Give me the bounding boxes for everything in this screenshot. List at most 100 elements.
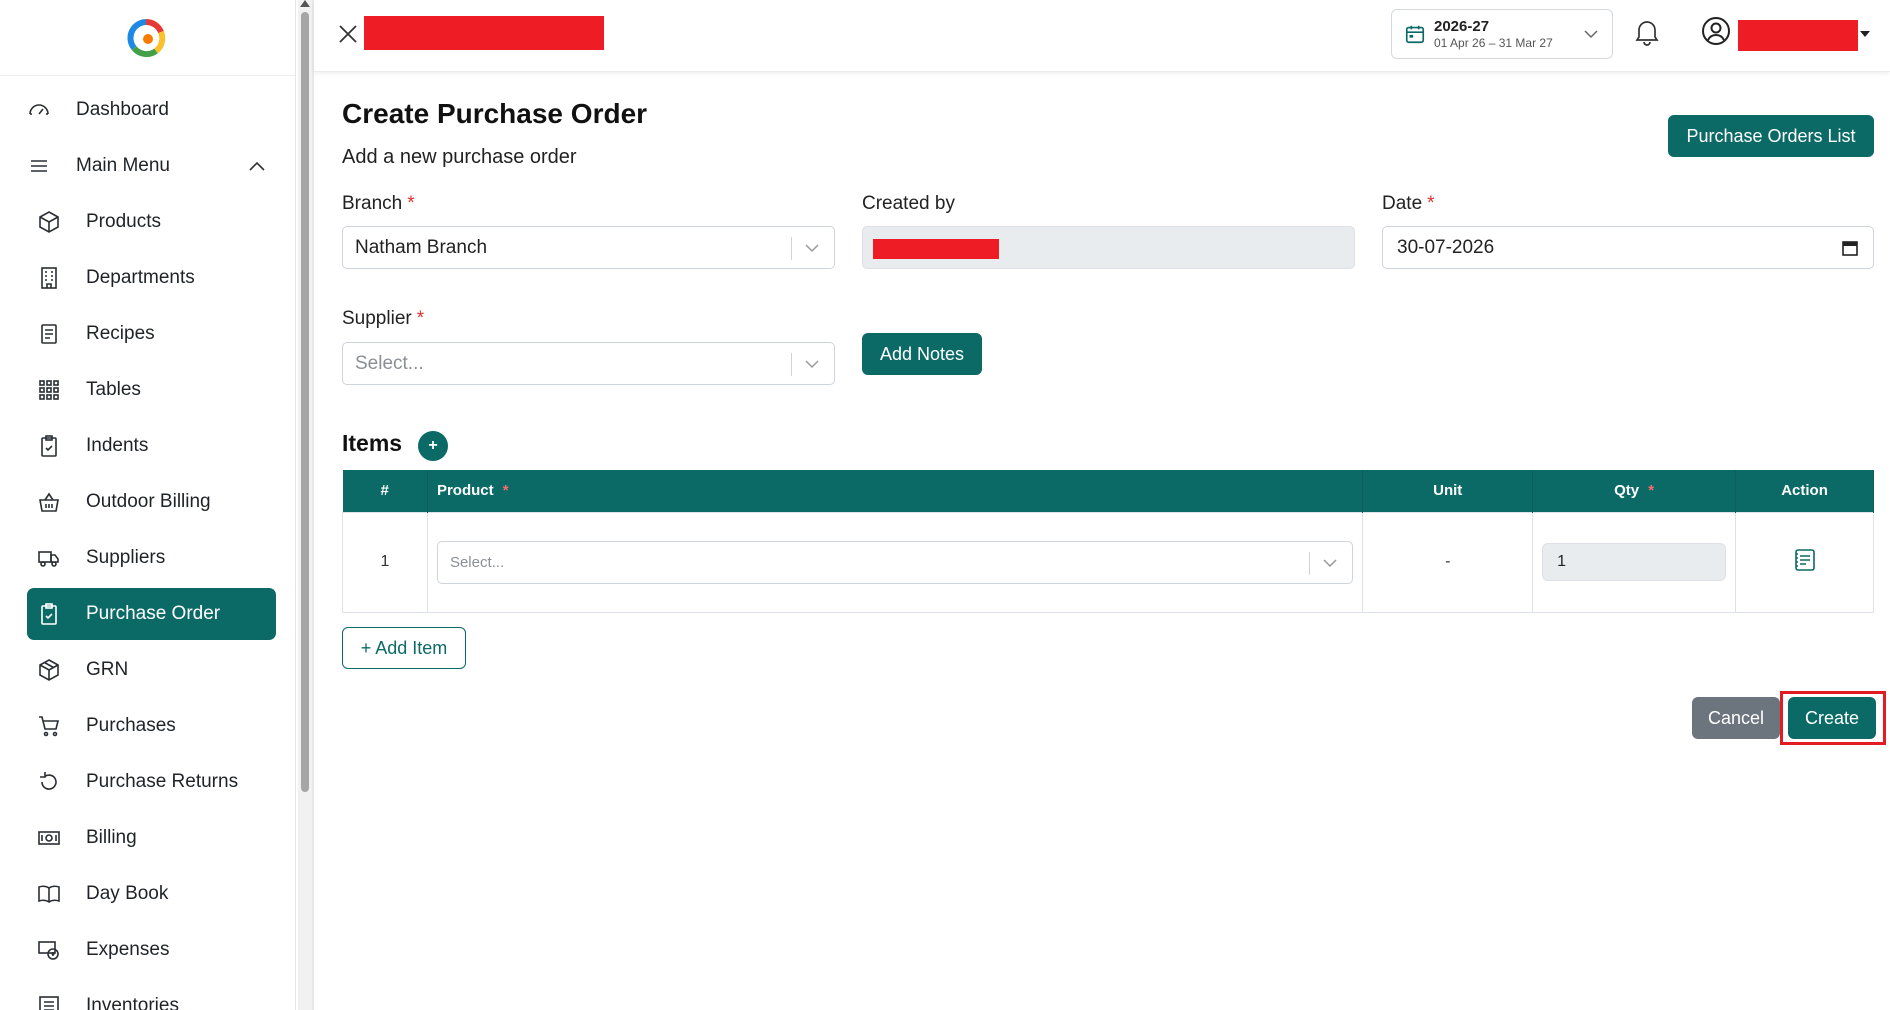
chevron-up-icon[interactable] — [249, 155, 265, 177]
calendar-icon — [1405, 25, 1425, 44]
list-icon — [36, 993, 62, 1010]
sidebar-item-label: Suppliers — [86, 547, 166, 568]
sidebar-item-billing[interactable]: Billing — [0, 812, 295, 864]
table-header-row: # Product * Unit Qty * Action — [342, 470, 1874, 512]
row-index: 1 — [342, 511, 428, 613]
gauge-icon — [26, 97, 52, 123]
required-mark: * — [1427, 193, 1435, 214]
sidebar-item-label: Main Menu — [76, 155, 170, 176]
product-select[interactable]: Select... — [436, 540, 1354, 584]
sidebar-item-label: Purchases — [86, 715, 176, 736]
sidebar-divider — [312, 0, 314, 1010]
sidebar-item-tables[interactable]: Tables — [0, 364, 295, 416]
qty-input[interactable]: 1 — [1542, 543, 1727, 581]
product-placeholder: Select... — [449, 553, 505, 571]
required-mark: * — [502, 482, 509, 500]
branch-label-text: Branch — [342, 193, 403, 214]
col-unit: Unit — [1362, 470, 1534, 512]
cancel-button[interactable]: Cancel — [1692, 697, 1780, 739]
sidebar-item-suppliers[interactable]: Suppliers — [0, 532, 295, 584]
book-icon — [36, 881, 62, 907]
sidebar-item-label: Outdoor Billing — [86, 491, 211, 512]
sidebar-item-inventories[interactable]: Inventories — [0, 980, 295, 1010]
date-label-text: Date — [1382, 193, 1423, 214]
purchase-orders-list-button[interactable]: Purchase Orders List — [1668, 115, 1874, 157]
cube-icon — [36, 209, 62, 235]
col-action: Action — [1735, 470, 1874, 512]
required-mark: * — [1648, 482, 1655, 500]
add-row-icon[interactable]: + — [418, 431, 448, 461]
sidebar-item-departments[interactable]: Departments — [0, 252, 295, 304]
hamburger-icon — [26, 153, 52, 179]
sidebar-item-purchase-order[interactable]: Purchase Order — [27, 588, 276, 640]
col-qty: Qty * — [1532, 470, 1737, 512]
date-input[interactable]: 30-07-2026 — [1382, 226, 1874, 269]
sidebar-item-label: Expenses — [86, 939, 170, 960]
action-cell — [1735, 511, 1874, 613]
app-logo-icon[interactable] — [126, 18, 166, 58]
sidebar-item-expenses[interactable]: Expenses — [0, 924, 295, 976]
sidebar-scrollbar[interactable] — [298, 0, 312, 1010]
close-icon[interactable] — [334, 20, 362, 48]
select-separator — [791, 353, 792, 376]
product-cell: Select... — [426, 511, 1364, 613]
sidebar-item-label: Inventories — [86, 995, 179, 1010]
branch-select[interactable]: Natham Branch — [342, 226, 835, 269]
sidebar-item-label: Tables — [86, 379, 141, 400]
sidebar-item-day-book[interactable]: Day Book — [0, 868, 295, 920]
create-button[interactable]: Create — [1788, 697, 1876, 739]
chevron-down-icon — [1584, 26, 1598, 44]
sidebar-item-outdoor-billing[interactable]: Outdoor Billing — [0, 476, 295, 528]
add-notes-button[interactable]: Add Notes — [862, 333, 982, 375]
scrollbar-thumb[interactable] — [301, 12, 309, 792]
redacted-title — [364, 16, 604, 50]
sidebar-item-purchases[interactable]: Purchases — [0, 700, 295, 752]
sidebar-item-label: Departments — [86, 267, 195, 288]
sidebar-item-purchase-returns[interactable]: Purchase Returns — [0, 756, 295, 808]
chevron-down-icon — [804, 356, 820, 378]
sidebar-item-dashboard[interactable]: Dashboard — [0, 84, 295, 136]
calendar-icon[interactable] — [1841, 239, 1859, 263]
sidebar-item-products[interactable]: Products — [0, 196, 295, 248]
cash-icon — [36, 825, 62, 851]
notes-icon[interactable] — [1793, 548, 1817, 577]
bell-icon[interactable] — [1635, 18, 1659, 51]
sidebar: Dashboard Main Menu Products Departments… — [0, 0, 296, 1010]
sidebar-item-label: GRN — [86, 659, 129, 680]
required-mark: * — [416, 308, 425, 329]
sidebar-item-grn[interactable]: GRN — [0, 644, 295, 696]
date-value: 30-07-2026 — [1397, 236, 1495, 258]
redacted-creator — [873, 239, 999, 259]
sidebar-item-indents[interactable]: Indents — [0, 420, 295, 472]
caret-down-icon[interactable] — [1860, 31, 1870, 37]
clipboard-check-icon — [36, 433, 62, 459]
table-row: 1 Select... - 1 — [342, 511, 1874, 613]
supplier-placeholder: Select... — [355, 352, 424, 374]
redacted-username[interactable] — [1738, 20, 1858, 51]
expense-icon — [36, 937, 62, 963]
items-heading: Items — [342, 430, 403, 456]
sidebar-item-label: Products — [86, 211, 161, 232]
user-avatar-icon[interactable] — [1701, 16, 1731, 51]
add-item-button[interactable]: + Add Item — [342, 627, 466, 669]
created-by-label: Created by — [862, 193, 955, 214]
sidebar-item-recipes[interactable]: Recipes — [0, 308, 295, 360]
sidebar-item-main-menu[interactable]: Main Menu — [0, 140, 295, 192]
fiscal-year-selector[interactable]: 2026-27 01 Apr 26 – 31 Mar 27 — [1391, 9, 1613, 59]
basket-icon — [36, 489, 62, 515]
col-qty-text: Qty — [1614, 482, 1640, 500]
sidebar-item-label: Indents — [86, 435, 149, 456]
supplier-select[interactable]: Select... — [342, 342, 835, 385]
col-index: # — [342, 470, 428, 512]
required-mark: * — [407, 193, 415, 214]
scroll-up-arrow-icon[interactable] — [300, 0, 310, 7]
page-subtitle: Add a new purchase order — [342, 146, 577, 168]
branch-value: Natham Branch — [355, 236, 488, 258]
box-icon — [36, 657, 62, 683]
building-icon — [36, 265, 62, 291]
logo-area — [0, 0, 295, 76]
qty-cell: 1 — [1532, 511, 1737, 613]
receipt-icon — [36, 321, 62, 347]
page-title: Create Purchase Order — [342, 98, 648, 129]
unit-cell: - — [1362, 511, 1534, 613]
